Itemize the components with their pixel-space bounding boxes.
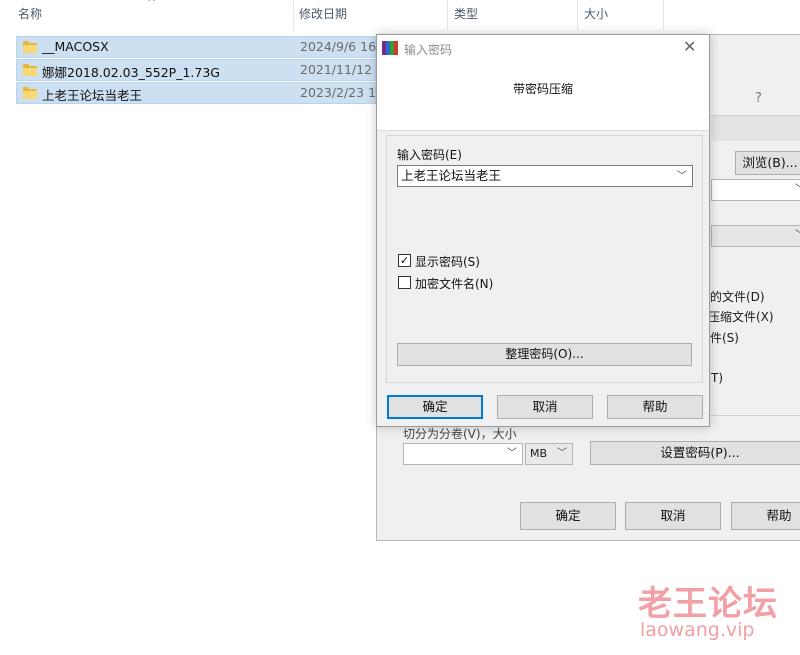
password-help-button[interactable]: 帮助: [607, 395, 703, 419]
folder-icon: [23, 87, 37, 99]
column-header-size[interactable]: 大小: [580, 0, 664, 30]
option-test[interactable]: T): [711, 371, 723, 385]
set-password-button[interactable]: 设置密码(P)...: [590, 441, 800, 465]
archive-ok-label: 确定: [555, 508, 581, 523]
chevron-down-icon: ﹀: [795, 180, 800, 200]
password-ok-button[interactable]: 确定: [387, 395, 483, 419]
checkbox-checked-icon[interactable]: ✓: [398, 254, 411, 267]
option-create-sfx[interactable]: 压缩文件(X): [708, 308, 774, 325]
password-dialog-title: 输入密码: [404, 43, 453, 57]
column-header-name-label: 名称: [18, 7, 43, 21]
file-date: 2024/9/6 16:: [300, 39, 381, 54]
password-dialog-titlebar[interactable]: 输入密码 ✕: [377, 35, 709, 63]
file-row-laowang[interactable]: 上老王论坛当老王 2023/2/23 1: [16, 82, 376, 104]
password-cancel-button[interactable]: 取消: [497, 395, 593, 419]
watermark-logo-text: 老王论坛: [638, 584, 778, 624]
sort-ascending-icon: ^: [147, 0, 157, 9]
chevron-down-icon: ﹀: [557, 448, 567, 459]
show-password-label: 显示密码(S): [415, 255, 480, 269]
chevron-down-icon: ﹀: [507, 448, 517, 459]
watermark-url: laowang.vip: [640, 619, 755, 641]
password-ok-label: 确定: [422, 399, 448, 414]
option-solid[interactable]: 件(S): [710, 329, 739, 346]
chevron-down-icon: ﹀: [795, 226, 800, 246]
file-name: 娜娜2018.02.03_552P_1.73G: [42, 65, 220, 80]
options-panel-border: [711, 415, 800, 416]
password-help-label: 帮助: [642, 399, 668, 414]
archive-help-button[interactable]: 帮助: [731, 502, 800, 530]
file-date: 2021/11/12: [300, 62, 373, 77]
tab-strip: [711, 115, 800, 141]
set-password-button-label: 设置密码(P)...: [660, 445, 740, 460]
split-size-combo[interactable]: ﹀: [403, 443, 523, 465]
column-header-type[interactable]: 类型: [450, 0, 578, 30]
column-header-modified[interactable]: 修改日期: [295, 0, 448, 30]
encrypt-filenames-label: 加密文件名(N): [415, 277, 494, 291]
column-header-modified-label: 修改日期: [299, 7, 348, 21]
winrar-app-icon: [382, 40, 400, 56]
file-row-macosx[interactable]: __MACOSX 2024/9/6 16:: [16, 36, 380, 58]
password-input[interactable]: 上老王论坛当老王 ﹀: [397, 165, 693, 187]
checkbox-unchecked-icon[interactable]: [398, 276, 411, 289]
file-name: __MACOSX: [42, 39, 109, 54]
file-date: 2023/2/23 1: [300, 85, 377, 100]
option-delete-files[interactable]: 的文件(D): [710, 288, 765, 305]
file-row-nana[interactable]: 娜娜2018.02.03_552P_1.73G 2021/11/12: [16, 59, 376, 81]
column-header-size-label: 大小: [584, 7, 609, 21]
help-question-icon[interactable]: ?: [755, 91, 762, 106]
folder-icon: [23, 41, 37, 53]
password-value: 上老王论坛当老王: [401, 168, 502, 183]
browse-button-label: 浏览(B)...: [742, 155, 798, 170]
chevron-down-icon[interactable]: ﹀: [677, 167, 687, 187]
archive-name-combo[interactable]: ﹀: [711, 179, 800, 201]
close-icon[interactable]: ✕: [683, 37, 696, 56]
organize-passwords-label: 整理密码(O)...: [505, 347, 584, 361]
split-unit-combo[interactable]: MB ﹀: [525, 443, 573, 465]
password-dialog-heading: 带密码压缩: [512, 82, 573, 96]
archive-cancel-button[interactable]: 取消: [625, 502, 721, 530]
split-volume-label: 切分为分卷(V)，大小: [403, 427, 517, 441]
browse-button[interactable]: 浏览(B)...: [735, 151, 800, 175]
password-label: 输入密码(E): [397, 148, 462, 162]
archive-ok-button[interactable]: 确定: [520, 502, 616, 530]
password-dialog-header: 带密码压缩: [377, 63, 709, 131]
password-group: 输入密码(E) 上老王论坛当老王 ﹀ ✓ 显示密码(S) 加密文件名(N) 整理…: [386, 135, 703, 383]
organize-passwords-button[interactable]: 整理密码(O)...: [397, 343, 692, 366]
split-unit-value: MB: [530, 447, 548, 460]
column-header-type-label: 类型: [454, 7, 479, 21]
compression-method-combo[interactable]: ﹀: [711, 225, 800, 247]
folder-icon: [23, 64, 37, 76]
password-cancel-label: 取消: [532, 399, 558, 414]
archive-cancel-label: 取消: [660, 508, 686, 523]
file-name: 上老王论坛当老王: [42, 88, 143, 103]
archive-help-label: 帮助: [766, 508, 792, 523]
password-dialog: 输入密码 ✕ 带密码压缩 输入密码(E) 上老王论坛当老王 ﹀ ✓ 显示密码(S…: [376, 34, 710, 427]
